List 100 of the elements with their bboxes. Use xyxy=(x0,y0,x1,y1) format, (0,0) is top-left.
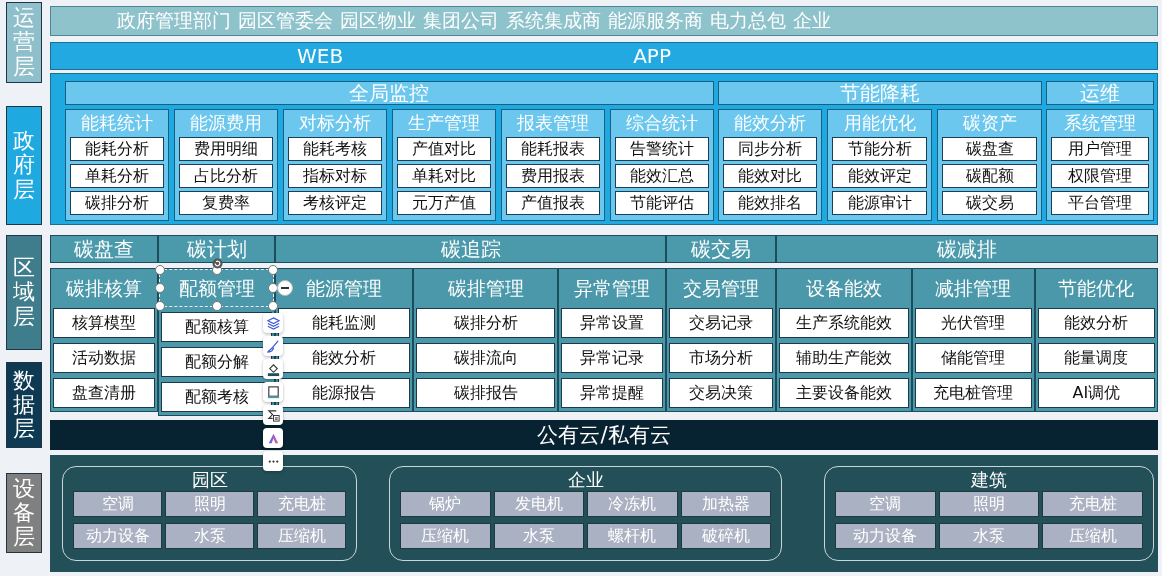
module-title: 能耗统计 xyxy=(79,112,154,134)
module-item: 能耗考核 xyxy=(287,137,382,161)
module-item: 碳配额 xyxy=(942,164,1037,188)
role-label: 电力总包 xyxy=(710,8,786,33)
device-group-title: 企业 xyxy=(567,469,604,491)
module-title: 碳排管理 xyxy=(447,276,524,301)
module-item: 交易记录 xyxy=(669,308,774,338)
role-label: 能源服务商 xyxy=(608,8,703,33)
device-item: 螺杆机 xyxy=(587,523,678,549)
device-item: 发电机 xyxy=(493,491,584,517)
module-title: 用能优化 xyxy=(842,112,917,134)
module-item: 能效汇总 xyxy=(614,164,709,188)
group-header: 全局监控 xyxy=(65,81,714,105)
role-label: 园区管委会 xyxy=(238,8,333,33)
module-item: 权限管理 xyxy=(1050,164,1149,188)
module-item: 异常提醒 xyxy=(560,378,664,408)
module-item: 盘查清册 xyxy=(53,378,156,408)
layer-label: 政府层 xyxy=(6,106,42,225)
module-item: 复费率 xyxy=(178,191,273,215)
device-item: 动力设备 xyxy=(835,523,936,549)
module-item: 能效分析 xyxy=(278,343,411,373)
module-item: 能量调度 xyxy=(1037,343,1155,373)
layer-label: 数据层 xyxy=(6,362,42,448)
device-item: 水泵 xyxy=(938,523,1040,549)
module-item: 异常设置 xyxy=(560,308,664,338)
module-item: 能耗分析 xyxy=(70,137,164,161)
module-item: 交易决策 xyxy=(669,378,774,408)
module-item: 同步分析 xyxy=(722,137,818,161)
module-title: 节能优化 xyxy=(1058,276,1135,301)
module-item: 能效排名 xyxy=(722,191,818,215)
module-item: 碳排报告 xyxy=(416,378,555,408)
module-title: 碳资产 xyxy=(961,112,1018,134)
group-header: 碳交易 xyxy=(666,235,777,263)
device-group-title: 建筑 xyxy=(971,469,1007,491)
module-title: 能源费用 xyxy=(188,112,263,134)
module-title: 设备能效 xyxy=(806,276,883,301)
group-header: 碳减排 xyxy=(776,235,1158,263)
module-item: 费用明细 xyxy=(178,137,273,161)
module-item: 考核评定 xyxy=(287,191,382,215)
role-label: 系统集成商 xyxy=(506,8,601,33)
module-item: 辅助生产能效 xyxy=(779,343,910,373)
module-item: 单耗分析 xyxy=(70,164,164,188)
module-item: 告警统计 xyxy=(614,137,709,161)
module-item: 碳排分析 xyxy=(416,308,555,338)
module-item: 单耗对比 xyxy=(396,164,491,188)
device-item: 照明 xyxy=(938,491,1040,517)
group-header: 运维 xyxy=(1045,81,1154,105)
module-item: 生产系统能效 xyxy=(779,308,910,338)
group-header: 碳追踪 xyxy=(275,235,667,263)
module-item: 充电桩管理 xyxy=(915,378,1032,408)
device-item: 压缩机 xyxy=(257,523,346,549)
module-item: 产值报表 xyxy=(505,191,600,215)
device-item: 充电桩 xyxy=(1042,491,1143,517)
module-item: 光伏管理 xyxy=(915,308,1032,338)
device-item: 充电桩 xyxy=(257,491,346,517)
module-item: 配额核算 xyxy=(161,312,273,342)
module-item: 能效分析 xyxy=(1037,308,1155,338)
module-item: 费用报表 xyxy=(505,164,600,188)
module-item: AI调优 xyxy=(1037,378,1155,408)
role-label: 集团公司 xyxy=(423,8,499,33)
device-item: 动力设备 xyxy=(73,523,162,549)
module-item: 平台管理 xyxy=(1050,191,1149,215)
device-item: 锅炉 xyxy=(400,491,491,517)
module-item: 元万产值 xyxy=(396,191,491,215)
device-item: 破碎机 xyxy=(680,523,771,549)
module-item: 配额分解 xyxy=(161,347,273,377)
module-title: 能源管理 xyxy=(306,276,383,301)
module-item: 碳排流向 xyxy=(416,343,555,373)
module-title: 生产管理 xyxy=(406,112,481,134)
module-item: 用户管理 xyxy=(1050,137,1149,161)
module-item: 能源审计 xyxy=(832,191,928,215)
group-header: 碳计划 xyxy=(158,235,276,263)
module-title: 碳排核算 xyxy=(66,276,143,301)
device-group-title: 园区 xyxy=(191,469,228,491)
module-title: 系统管理 xyxy=(1062,112,1137,134)
cloud-label: 公有云/私有云 xyxy=(537,422,671,449)
role-label: 园区物业 xyxy=(340,8,416,33)
module-item: 碳排分析 xyxy=(70,191,164,215)
channel-label: WEB xyxy=(297,44,344,68)
module-item: 主要设备能效 xyxy=(779,378,910,408)
module-title: 交易管理 xyxy=(683,276,760,301)
module-item: 核算模型 xyxy=(53,308,156,338)
module-title: 配额管理 xyxy=(178,276,255,301)
module-item: 节能评估 xyxy=(614,191,709,215)
group-header: 节能降耗 xyxy=(717,81,1042,105)
module-title: 异常管理 xyxy=(573,276,650,301)
channel-label: APP xyxy=(633,44,671,68)
module-title: 能效分析 xyxy=(732,112,807,134)
module-item: 产值对比 xyxy=(396,137,491,161)
module-item: 能效评定 xyxy=(832,164,928,188)
module-item: 市场分析 xyxy=(669,343,774,373)
module-title: 报表管理 xyxy=(515,112,590,134)
device-item: 冷冻机 xyxy=(587,491,678,517)
module-item: 碳交易 xyxy=(942,191,1037,215)
device-item: 空调 xyxy=(835,491,936,517)
module-item: 配额考核 xyxy=(161,382,273,412)
device-item: 压缩机 xyxy=(1042,523,1143,549)
module-item: 异常记录 xyxy=(560,343,664,373)
module-title: 对标分析 xyxy=(297,112,372,134)
module-item: 碳盘查 xyxy=(942,137,1037,161)
